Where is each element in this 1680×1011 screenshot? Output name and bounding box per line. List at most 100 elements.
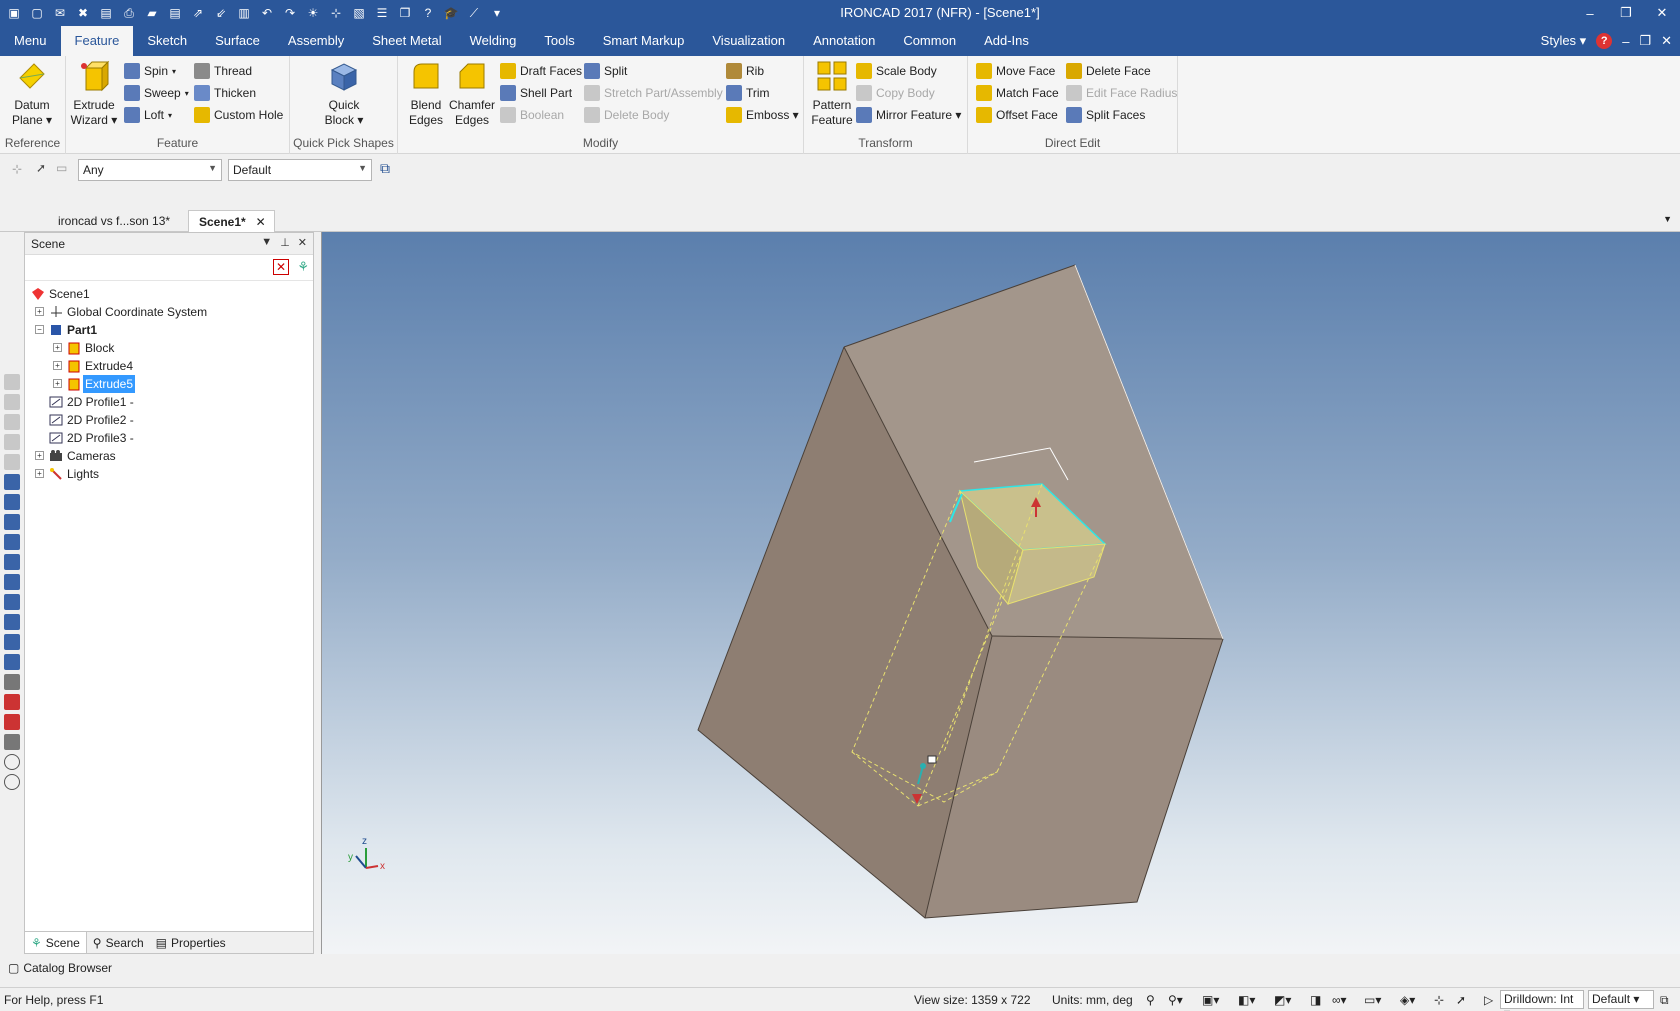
tab-smart-markup[interactable]: Smart Markup [589,26,699,56]
tree-node-extrude4[interactable]: + Extrude4 [25,357,313,375]
tab-assembly[interactable]: Assembly [274,26,358,56]
chamfer-edges-button[interactable]: Chamfer Edges [448,60,496,128]
tree-options-icon[interactable]: ⚘ [297,259,309,275]
render-mode-icon[interactable]: ▣▾ [1202,993,1219,1007]
delete-face-button[interactable]: Delete Face [1066,61,1151,81]
emboss-button[interactable]: Emboss ▾ [726,105,799,125]
blend-edges-button[interactable]: Blend Edges [402,60,450,128]
orbit-icon[interactable] [4,754,20,770]
boolean-button[interactable]: Boolean [500,105,564,125]
hierarchy-icon[interactable]: ⧉ [1660,993,1669,1008]
doc-tabs-dropdown-icon[interactable]: ▼ [1663,214,1672,224]
edit-face-radius-button[interactable]: Edit Face Radius [1066,83,1177,103]
view-cube-icon[interactable] [4,474,20,490]
tree-expander[interactable]: + [53,343,62,352]
panel-close-icon[interactable]: ✕ [298,236,307,249]
spin-button[interactable]: Spin ▾ [124,61,176,81]
tree-expander[interactable]: + [35,307,44,316]
copy-body-button[interactable]: Copy Body [856,83,935,103]
move-face-button[interactable]: Move Face [976,61,1055,81]
stretch-button[interactable]: Stretch Part/Assembly [584,83,723,103]
tree-node-2d-profile1[interactable]: 2D Profile1 - [25,393,313,411]
extrude-wizard-button[interactable]: Extrude Wizard ▾ [70,60,118,128]
trim-button[interactable]: Trim [726,83,770,103]
angle-icon[interactable] [4,734,20,750]
view-cube-icon[interactable] [4,594,20,610]
tree-node-extrude5[interactable]: + Extrude5 [25,375,313,393]
view-icon[interactable] [4,454,20,470]
help-icon[interactable]: ? [1596,33,1613,49]
tree-node-global-coordinate-system[interactable]: + Global Coordinate System [25,303,313,321]
display-icon[interactable]: ◩▾ [1274,993,1291,1007]
loft-button[interactable]: Loft ▾ [124,105,172,125]
doc-restore-button[interactable]: ❐ [1639,33,1651,49]
pick-filter-icon[interactable]: ⊹ [1434,993,1444,1007]
tree-expander[interactable]: + [35,469,44,478]
drilldown-select[interactable]: Drilldown: Int ▾ [1500,990,1584,1011]
doc-tab-ironcad-vs[interactable]: ironcad vs f...son 13* [48,210,180,232]
tree-node-part1[interactable]: − Part1 [25,321,313,339]
tree-expander[interactable]: + [53,379,62,388]
zoom-window-icon[interactable]: ⚲▾ [1168,993,1183,1007]
view-cube-icon[interactable]: ◧▾ [1238,993,1255,1007]
thicken-button[interactable]: Thicken [194,83,256,103]
sweep-button[interactable]: Sweep ▾ [124,83,189,103]
tree-expander[interactable]: + [35,451,44,460]
pin-icon[interactable]: ⊥ [280,236,290,249]
tree-node-block[interactable]: + Block [25,339,313,357]
doc-minimize-button[interactable]: – [1622,34,1629,49]
restore-button[interactable]: ❐ [1608,0,1644,26]
view-cube-icon[interactable] [4,554,20,570]
view-icon[interactable] [4,434,20,450]
tab-add-ins[interactable]: Add-Ins [970,26,1043,56]
panel-tab-scene[interactable]: ⚘ Scene [25,932,87,953]
lock-icon[interactable] [927,755,937,764]
panel-tab-search[interactable]: ⚲ Search [87,932,150,953]
tab-sheet-metal[interactable]: Sheet Metal [358,26,455,56]
shell-part-button[interactable]: Shell Part [500,83,572,103]
select-box-icon[interactable]: ▭ [56,161,67,175]
catalog-browser-bar[interactable]: ▢ Catalog Browser [0,957,1680,979]
view-icon[interactable] [4,394,20,410]
view-cube-icon[interactable] [4,634,20,650]
tree-node-cameras[interactable]: + Cameras [25,447,313,465]
select-arrow-icon[interactable]: ➚ [36,161,46,175]
doc-close-button[interactable]: ✕ [1661,33,1672,49]
rib-button[interactable]: Rib [726,61,764,81]
view-cube-icon[interactable] [4,614,20,630]
tree-node-lights[interactable]: + Lights [25,465,313,483]
tab-welding[interactable]: Welding [456,26,531,56]
quick-block-button[interactable]: Quick Block ▾ [320,60,368,128]
offset-face-button[interactable]: Offset Face [976,105,1058,125]
shading-icon[interactable]: ◨ [1310,993,1321,1007]
view-cube-icon[interactable] [4,534,20,550]
doc-tab-scene1[interactable]: Scene1* ✕ [188,210,275,232]
delete-body-button[interactable]: Delete Body [584,105,669,125]
tree-node-2d-profile2[interactable]: 2D Profile2 - [25,411,313,429]
select-arrow-icon[interactable]: ➚ [1456,993,1466,1007]
pick-filter-icon[interactable]: ⊹ [12,162,22,176]
view-cube-icon[interactable] [4,574,20,590]
pattern-feature-button[interactable]: Pattern Feature [808,60,856,128]
window-layout-icon[interactable]: ▭▾ [1364,993,1381,1007]
tree-expander[interactable]: + [53,361,62,370]
thread-button[interactable]: Thread [194,61,252,81]
section-icon[interactable] [4,714,20,730]
tab-surface[interactable]: Surface [201,26,274,56]
split-button[interactable]: Split [584,61,627,81]
view-cube-icon[interactable] [4,654,20,670]
tab-visualization[interactable]: Visualization [698,26,799,56]
tab-feature[interactable]: Feature [60,26,134,56]
tab-common[interactable]: Common [889,26,970,56]
tab-sketch[interactable]: Sketch [133,26,201,56]
panel-menu-icon[interactable]: ▼ [261,236,272,249]
orbit-icon[interactable] [4,774,20,790]
tab-menu[interactable]: Menu [0,26,61,56]
custom-hole-button[interactable]: Custom Hole [194,105,283,125]
styles-menu[interactable]: Styles ▾ [1541,33,1587,49]
split-faces-button[interactable]: Split Faces [1066,105,1145,125]
selection-filter-select[interactable]: Any ▼ [78,159,222,181]
view-icon[interactable] [4,374,20,390]
select-box-icon[interactable]: ▷ [1484,993,1493,1007]
draft-faces-button[interactable]: Draft Faces [500,61,582,81]
